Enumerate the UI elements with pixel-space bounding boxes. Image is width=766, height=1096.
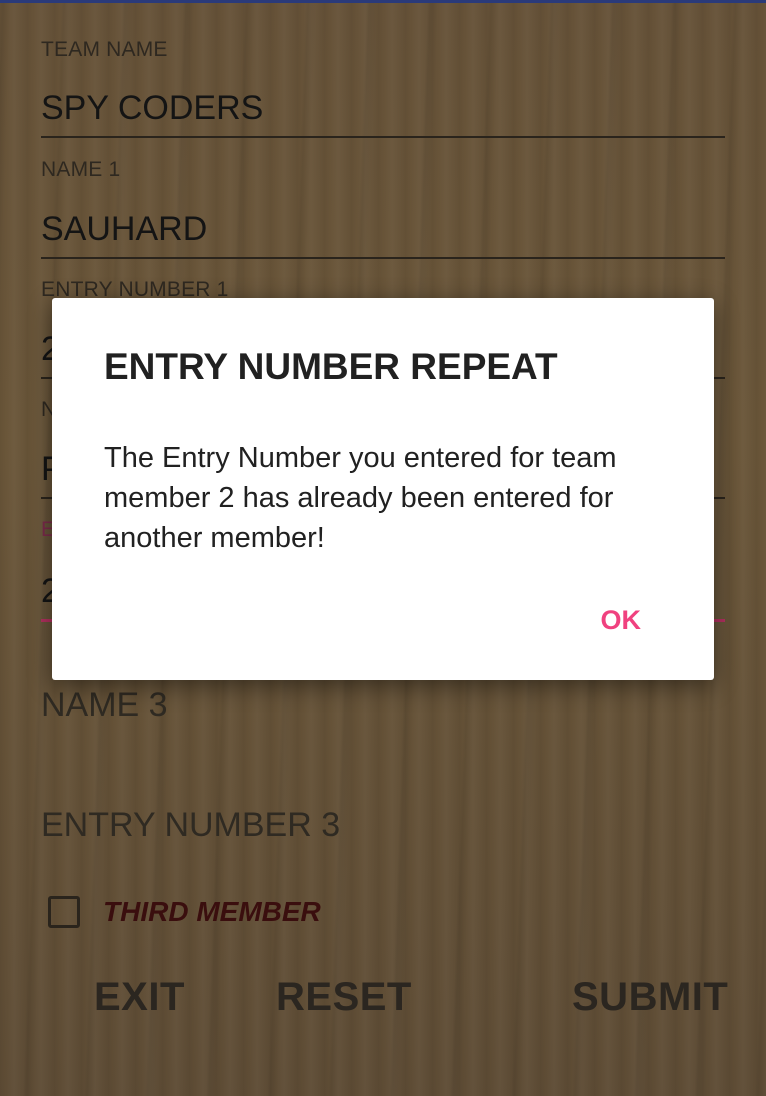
team-name-label: TEAM NAME [41, 38, 168, 61]
reset-button[interactable]: RESET [276, 975, 412, 1020]
name1-field[interactable]: NAME 1 SAUHARD [41, 158, 725, 260]
team-name-value[interactable]: SPY CODERS [41, 89, 263, 128]
submit-button[interactable]: SUBMIT [572, 975, 728, 1020]
alert-dialog: ENTRY NUMBER REPEAT The Entry Number you… [52, 298, 714, 680]
dialog-ok-button[interactable]: OK [601, 605, 642, 636]
exit-button[interactable]: EXIT [94, 975, 185, 1020]
dialog-title: ENTRY NUMBER REPEAT [104, 346, 558, 387]
name3-hint: NAME 3 [41, 686, 168, 724]
name1-label: NAME 1 [41, 158, 121, 181]
name3-field[interactable]: NAME 3 [41, 686, 725, 746]
third-member-checkbox[interactable] [48, 896, 80, 928]
entry3-field[interactable]: ENTRY NUMBER 3 [41, 806, 725, 866]
name1-value[interactable]: SAUHARD [41, 210, 207, 249]
name1-underline [41, 257, 725, 259]
dialog-message: The Entry Number you entered for team me… [104, 442, 617, 554]
third-member-label[interactable]: THIRD MEMBER [103, 896, 321, 928]
entry3-hint: ENTRY NUMBER 3 [41, 806, 341, 844]
team-name-underline [41, 136, 725, 138]
team-name-field[interactable]: TEAM NAME SPY CODERS [41, 38, 725, 138]
